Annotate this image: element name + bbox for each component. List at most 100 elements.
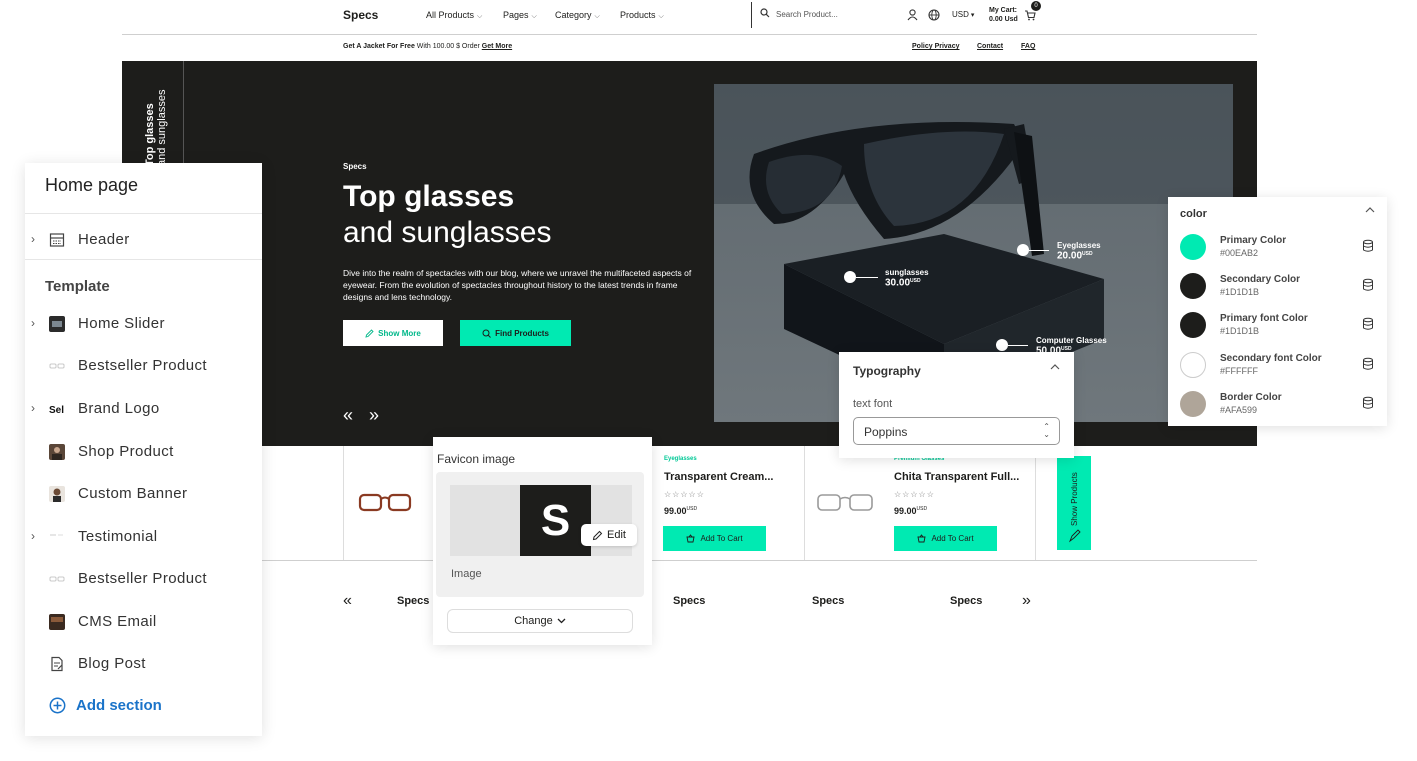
divider — [262, 560, 1257, 561]
color-swatch[interactable] — [1180, 234, 1206, 260]
divider — [804, 446, 805, 560]
color-panel: color Primary Color #00EAB2 Secondary Co… — [1168, 197, 1387, 426]
add-to-cart-button[interactable]: Add To Cart — [894, 526, 997, 551]
hotspot-marker[interactable] — [996, 339, 1008, 351]
hero-title: Top glasses — [343, 180, 515, 213]
svg-text:Sel: Sel — [49, 405, 64, 416]
section-shop-product[interactable]: Shop Product — [25, 437, 262, 467]
promo-link[interactable]: Get More — [482, 43, 512, 50]
color-swatch[interactable] — [1180, 312, 1206, 338]
svg-text:and sunglasses: and sunglasses — [156, 89, 168, 166]
add-to-cart-button[interactable]: Add To Cart — [663, 526, 766, 551]
brand-logo-thumbnail-icon: Sel — [49, 405, 64, 416]
nav-products[interactable]: Products ⌵ — [620, 10, 664, 21]
favicon-letter: S — [520, 485, 591, 556]
section-brand-logo[interactable]: › Sel Brand Logo — [25, 394, 262, 424]
sections-panel: Home page › Header Template › Home Slide… — [25, 163, 262, 736]
color-row-secondary-font[interactable]: Secondary font Color #FFFFFF — [1180, 351, 1380, 381]
database-icon[interactable] — [1362, 317, 1374, 331]
cms-email-thumbnail-icon — [49, 614, 65, 630]
testimonial-thumbnail-icon — [50, 534, 63, 536]
database-icon[interactable] — [1362, 239, 1374, 253]
show-more-button[interactable]: Show More — [343, 320, 443, 346]
template-heading: Template — [45, 278, 110, 295]
chevron-down-icon — [557, 618, 566, 624]
database-icon[interactable] — [1362, 357, 1374, 371]
divider — [751, 2, 752, 28]
divider — [343, 446, 344, 560]
section-bestseller-product[interactable]: Bestseller Product — [25, 351, 262, 381]
product-image[interactable] — [816, 492, 874, 514]
faq-link[interactable]: FAQ — [1021, 43, 1035, 50]
color-row-secondary[interactable]: Secondary Color #1D1D1B — [1180, 272, 1380, 302]
chevron-down-icon: ▾ — [970, 12, 975, 19]
color-row-border[interactable]: Border Color #AFA599 — [1180, 390, 1380, 420]
nav-pages[interactable]: Pages ⌵ — [503, 10, 537, 21]
contact-link[interactable]: Contact — [977, 43, 1003, 50]
custom-banner-thumbnail-icon — [49, 486, 65, 502]
product-name[interactable]: Transparent Cream... — [664, 471, 773, 483]
section-home-slider[interactable]: › Home Slider — [25, 309, 262, 339]
globe-icon[interactable] — [928, 9, 940, 21]
show-products-label: Show Products — [1068, 472, 1081, 543]
section-cms-email[interactable]: CMS Email — [25, 607, 262, 637]
color-row-primary-font[interactable]: Primary font Color #1D1D1B — [1180, 311, 1380, 341]
search-icon — [760, 8, 770, 18]
edit-image-button[interactable]: Edit — [581, 524, 637, 546]
database-icon[interactable] — [1362, 278, 1374, 292]
hero-next-arrow[interactable]: » — [369, 405, 379, 426]
glasses-thumbnail-icon — [49, 363, 65, 369]
color-swatch[interactable] — [1180, 352, 1206, 378]
database-icon[interactable] — [1362, 396, 1374, 410]
color-row-primary[interactable]: Primary Color #00EAB2 — [1180, 233, 1380, 263]
section-header[interactable]: › Header — [25, 225, 262, 255]
product-name[interactable]: Chita Transparent Full... — [894, 471, 1019, 483]
chevron-up-icon[interactable] — [1365, 207, 1375, 213]
color-swatch[interactable] — [1180, 273, 1206, 299]
policy-link[interactable]: Policy Privacy — [912, 43, 959, 50]
rating-stars: ☆☆☆☆☆ — [894, 490, 935, 499]
brand-logo: Specs — [812, 595, 845, 607]
user-icon[interactable] — [907, 9, 918, 21]
store-logo[interactable]: Specs — [343, 8, 378, 22]
search-input[interactable]: Search Product... — [760, 8, 838, 19]
color-title: color — [1180, 208, 1207, 220]
pencil-icon — [592, 530, 603, 540]
hero-subtitle: and sunglasses — [343, 216, 552, 249]
chevron-up-icon[interactable] — [1050, 364, 1060, 370]
find-products-button[interactable]: Find Products — [460, 320, 571, 346]
hero-eyebrow: Specs — [343, 162, 367, 171]
color-swatch[interactable] — [1180, 391, 1206, 417]
hotspot-marker[interactable] — [1017, 244, 1029, 256]
hotspot-label: sunglasses 30.00USD — [885, 268, 929, 289]
change-image-button[interactable]: Change — [447, 609, 633, 633]
nav-category[interactable]: Category ⌵ — [555, 10, 600, 21]
chevron-right-icon: › — [31, 529, 35, 543]
nav-all-products[interactable]: All Products ⌵ — [426, 10, 482, 21]
hotspot-marker[interactable] — [844, 271, 856, 283]
add-section-button[interactable]: Add section — [49, 697, 162, 714]
favicon-preview: S Edit — [450, 485, 637, 556]
section-bestseller-product[interactable]: Bestseller Product — [25, 564, 262, 594]
brand-logo: Specs — [397, 595, 430, 607]
font-select[interactable]: Poppins ⌃ ⌄ — [853, 417, 1060, 445]
favicon-image-box: S Edit Image — [436, 472, 644, 597]
svg-text:Top glasses: Top glasses — [144, 103, 156, 166]
rating-stars: ☆☆☆☆☆ — [664, 490, 705, 499]
brands-next-arrow[interactable]: » — [1022, 592, 1031, 610]
hotspot-line — [856, 277, 878, 278]
section-testimonial[interactable]: › Testimonial — [25, 522, 262, 552]
section-custom-banner[interactable]: Custom Banner — [25, 479, 262, 509]
basket-icon — [686, 534, 695, 543]
cart-summary[interactable]: My Cart: 0.00 Usd — [989, 6, 1018, 24]
product-image[interactable] — [358, 492, 412, 514]
product-category: Eyeglasses — [664, 456, 697, 462]
currency-select[interactable]: USD ▾ — [952, 10, 974, 19]
updown-icon: ⌃ ⌄ — [1043, 422, 1050, 439]
favicon-title: Favicon image — [437, 452, 516, 466]
show-products-button[interactable]: Show Products — [1057, 456, 1091, 550]
hero-prev-arrow[interactable]: « — [343, 405, 353, 426]
brands-prev-arrow[interactable]: « — [343, 592, 352, 610]
chevron-right-icon: › — [31, 401, 35, 415]
section-blog-post[interactable]: Blog Post — [25, 649, 262, 679]
